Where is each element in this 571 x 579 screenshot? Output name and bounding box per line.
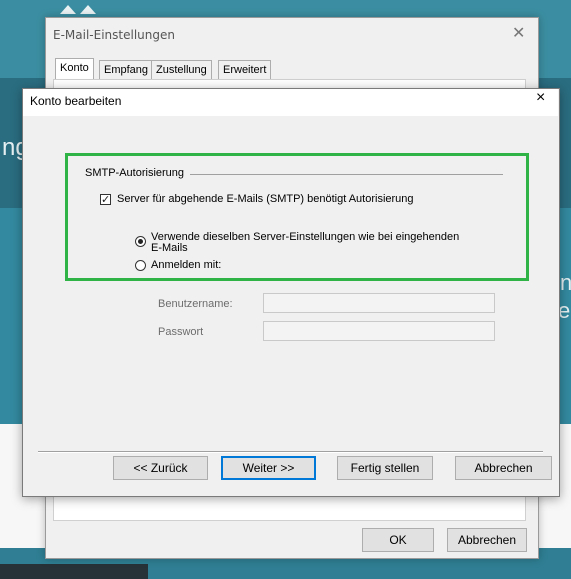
up-arrow-icon <box>60 5 76 14</box>
radio-login-with-label: Anmelden mit: <box>151 259 222 271</box>
password-field[interactable] <box>263 321 495 341</box>
username-field[interactable] <box>263 293 495 313</box>
smtp-group-title: SMTP-Autorisierung <box>85 167 185 179</box>
radio-same-settings-label-line2: E-Mails <box>151 242 188 254</box>
tab-erweitert[interactable]: Erweitert <box>218 60 272 79</box>
tab-zustellung[interactable]: Zustellung <box>151 60 212 79</box>
radio-selected-dot <box>138 239 143 244</box>
next-button[interactable]: Weiter >> <box>221 456 316 480</box>
smtp-auth-checkbox[interactable]: ✓ <box>100 194 111 206</box>
group-divider <box>190 174 503 175</box>
ok-button[interactable]: OK <box>362 528 434 552</box>
background-corner <box>0 564 148 579</box>
radio-same-settings[interactable] <box>135 236 146 247</box>
email-settings-title: E-Mail-Einstellungen <box>53 28 175 42</box>
background-text-fragment: n <box>560 270 571 295</box>
close-icon[interactable]: × <box>536 89 545 107</box>
tab-empfang[interactable]: Empfang <box>99 60 154 79</box>
smtp-auth-label: Server für abgehende E-Mails (SMTP) benö… <box>117 193 414 205</box>
checkmark-icon: ✓ <box>101 194 111 206</box>
radio-same-settings-label-line1: Verwende dieselben Server-Einstellungen … <box>151 231 460 243</box>
cancel-button[interactable]: Abbrechen <box>447 528 527 552</box>
username-label: Benutzername: <box>158 298 233 310</box>
button-separator <box>38 451 543 453</box>
password-label: Passwort <box>158 326 204 338</box>
tab-konto[interactable]: Konto <box>55 58 94 79</box>
radio-login-with[interactable] <box>135 260 146 271</box>
cancel-wizard-button[interactable]: Abbrechen <box>455 456 552 480</box>
close-icon[interactable]: ✕ <box>512 23 525 43</box>
up-arrow-icon <box>80 5 96 14</box>
finish-button[interactable]: Fertig stellen <box>337 456 433 480</box>
edit-account-title: Konto bearbeiten <box>30 94 122 108</box>
back-button[interactable]: << Zurück <box>113 456 208 480</box>
